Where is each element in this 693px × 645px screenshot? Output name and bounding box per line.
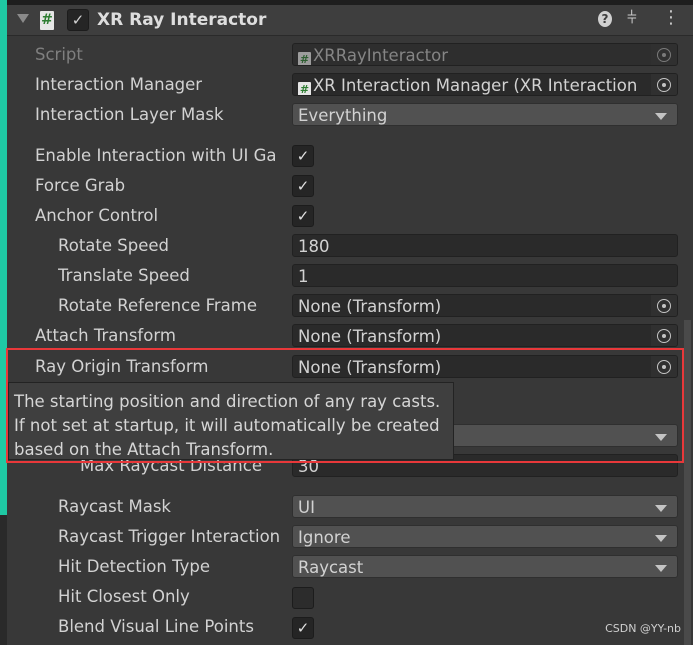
hit-closest-checkbox[interactable] <box>292 587 314 609</box>
side-panel-edge-lower <box>0 515 7 645</box>
force-grab-label: Force Grab <box>35 176 126 195</box>
object-picker-icon[interactable] <box>651 295 677 316</box>
preset-icon[interactable]: ⫩ <box>627 8 637 28</box>
script-label: Script <box>35 45 83 64</box>
component-title: XR Ray Interactor <box>97 10 267 30</box>
help-icon[interactable]: ? <box>598 11 612 27</box>
interaction-manager-value: XR Interaction Manager (XR Interaction <box>313 76 638 95</box>
interaction-layer-mask-dropdown[interactable]: Everything <box>292 103 678 126</box>
csharp-script-icon: # <box>298 52 311 66</box>
rotate-reference-frame-field[interactable]: None (Transform) <box>292 294 678 317</box>
scrollbar[interactable] <box>684 320 691 645</box>
interaction-manager-label: Interaction Manager <box>35 75 203 94</box>
object-picker-icon[interactable] <box>651 325 677 346</box>
hit-detection-label: Hit Detection Type <box>58 557 211 576</box>
rotate-reference-frame-value: None (Transform) <box>298 297 442 316</box>
translate-speed-input[interactable]: 1 <box>292 264 678 287</box>
more-vertical-icon[interactable]: ⋮ <box>662 7 680 28</box>
hit-closest-label: Hit Closest Only <box>58 587 190 606</box>
rotate-speed-label: Rotate Speed <box>58 236 169 255</box>
translate-speed-label: Translate Speed <box>58 266 190 285</box>
blend-points-label: Blend Visual Line Points <box>58 617 254 636</box>
watermark: CSDN @YY-nb <box>605 622 681 635</box>
attach-transform-label: Attach Transform <box>35 326 176 345</box>
object-picker-icon <box>651 44 677 65</box>
raycast-mask-label: Raycast Mask <box>58 497 171 516</box>
attach-transform-value: None (Transform) <box>298 327 442 346</box>
blend-points-checkbox[interactable]: ✓ <box>292 617 314 639</box>
component-header[interactable]: # ✓ XR Ray Interactor ? ⫩ ⋮ <box>7 5 693 36</box>
script-field: # XRRayInteractor <box>292 43 678 66</box>
rotate-reference-frame-label: Rotate Reference Frame <box>58 296 258 315</box>
raycast-trigger-label: Raycast Trigger Interaction <box>58 527 281 546</box>
enabled-checkbox[interactable]: ✓ <box>67 9 89 31</box>
raycast-mask-dropdown[interactable]: UI <box>292 495 678 518</box>
enable-ui-label: Enable Interaction with UI Ga <box>35 146 277 165</box>
interaction-manager-field[interactable]: # XR Interaction Manager (XR Interaction <box>292 73 678 96</box>
force-grab-checkbox[interactable]: ✓ <box>292 175 314 197</box>
csharp-script-icon: # <box>298 82 311 96</box>
script-value: XRRayInteractor <box>313 46 449 65</box>
interaction-layer-mask-label: Interaction Layer Mask <box>35 105 224 124</box>
enable-ui-checkbox[interactable]: ✓ <box>292 145 314 167</box>
anchor-control-label: Anchor Control <box>35 206 159 225</box>
hit-detection-dropdown[interactable]: Raycast <box>292 555 678 578</box>
anchor-control-checkbox[interactable]: ✓ <box>292 205 314 227</box>
object-picker-icon[interactable] <box>651 74 677 95</box>
rotate-speed-input[interactable]: 180 <box>292 234 678 257</box>
highlight-box <box>6 348 684 463</box>
attach-transform-field[interactable]: None (Transform) <box>292 324 678 347</box>
foldout-arrow-icon[interactable] <box>17 14 29 23</box>
csharp-script-icon: # <box>40 11 54 30</box>
raycast-trigger-dropdown[interactable]: Ignore <box>292 525 678 548</box>
